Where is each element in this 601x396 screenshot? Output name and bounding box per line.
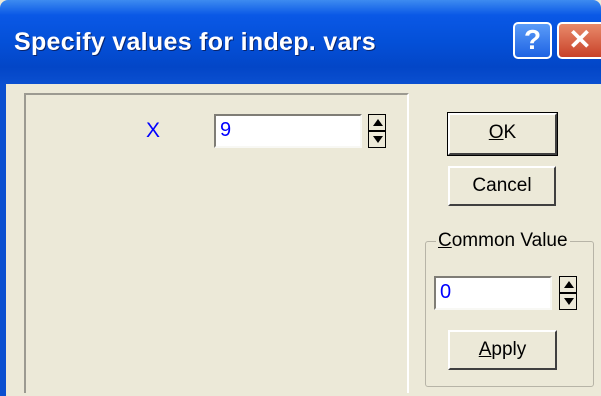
common-value-label-rest: ommon Value: [451, 230, 568, 251]
common-value-legend: Common Value: [436, 230, 570, 252]
close-icon: ✕: [568, 24, 592, 55]
spin-up-icon[interactable]: [368, 114, 386, 131]
common-value-mnemonic: C: [438, 230, 452, 251]
help-icon: ?: [523, 24, 542, 55]
window-title: Specify values for indep. vars: [14, 28, 376, 56]
variable-x-spinner[interactable]: [368, 114, 386, 148]
ok-button[interactable]: OK: [447, 112, 558, 156]
title-bar[interactable]: Specify values for indep. vars ? ✕: [0, 0, 601, 84]
apply-mnemonic: A: [478, 339, 492, 360]
variable-label-x: X: [146, 119, 161, 142]
variable-x-input[interactable]: 9: [214, 114, 362, 148]
window-frame-left: [0, 84, 6, 396]
apply-button[interactable]: Apply: [448, 330, 557, 370]
common-value-input[interactable]: 0: [434, 276, 552, 310]
help-button[interactable]: ?: [513, 22, 552, 59]
common-value-spinner[interactable]: [559, 276, 577, 310]
close-button[interactable]: ✕: [557, 22, 601, 59]
ok-label-rest: K: [503, 122, 517, 143]
apply-label-rest: pply: [491, 339, 527, 360]
ok-mnemonic: O: [488, 122, 504, 143]
cancel-button[interactable]: Cancel: [448, 166, 556, 206]
spin-up-icon[interactable]: [559, 276, 577, 293]
spin-down-icon[interactable]: [559, 293, 577, 310]
spin-down-icon[interactable]: [368, 131, 386, 148]
